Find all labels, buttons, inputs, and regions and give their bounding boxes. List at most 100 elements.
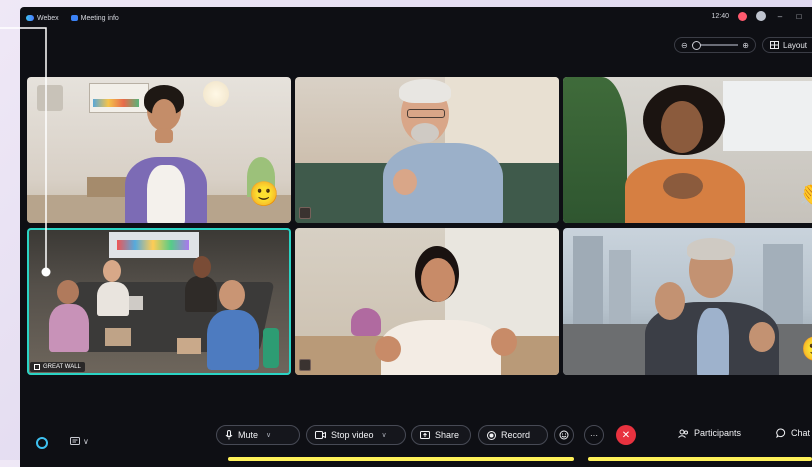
beard	[411, 123, 439, 143]
grid-icon	[770, 41, 779, 49]
person-body	[49, 304, 89, 352]
pendant-lamp	[203, 81, 229, 107]
participants-icon	[678, 429, 688, 438]
video-tile-room-great-wall[interactable]: GREAT WALL	[27, 228, 291, 375]
window	[723, 81, 812, 151]
emoji-reaction-icon	[559, 430, 569, 440]
hand	[749, 322, 775, 352]
zoom-control[interactable]: ⊖ ⊕	[674, 37, 756, 53]
screen-content	[117, 240, 189, 250]
person-shirt	[147, 165, 185, 223]
layout-label: Layout	[783, 40, 808, 50]
recording-indicator-icon	[738, 11, 747, 21]
chevron-down-icon[interactable]: ∨	[382, 431, 387, 439]
meeting-info-icon	[70, 15, 78, 21]
meeting-info-label: Meeting info	[80, 14, 119, 22]
person-neck	[155, 129, 173, 143]
room-name: GREAT WALL	[43, 364, 81, 370]
chevron-down-icon: ∨	[83, 437, 89, 446]
person-hair	[399, 79, 451, 103]
webex-assistant-icon[interactable]	[36, 437, 48, 449]
person-body	[97, 282, 129, 316]
captions-icon	[70, 437, 80, 445]
smile-reaction: 🙂	[801, 338, 812, 362]
participant-badge-icon	[299, 207, 311, 219]
chat-label: Chat	[791, 428, 811, 438]
sticky-notes	[93, 99, 139, 107]
person-body	[207, 310, 259, 370]
person-head	[193, 256, 211, 278]
video-tile-participant-3[interactable]: 👏	[563, 77, 812, 223]
avatar[interactable]	[756, 11, 766, 21]
video-tile-participant-5[interactable]	[295, 228, 559, 375]
room-device-icon	[34, 364, 40, 370]
highlight-bar	[228, 457, 574, 461]
zoom-out-icon[interactable]: ⊖	[681, 41, 688, 50]
record-button[interactable]: Record	[478, 425, 548, 445]
hand	[393, 169, 417, 195]
person-face	[152, 99, 176, 129]
maximize-button[interactable]: □	[794, 12, 804, 21]
chair	[263, 328, 279, 368]
hands	[663, 173, 703, 199]
reactions-button[interactable]	[554, 425, 574, 445]
person-head	[57, 280, 79, 304]
plant	[563, 77, 627, 223]
person-face	[421, 258, 455, 302]
desk	[87, 177, 127, 197]
participants-button[interactable]: Participants	[678, 428, 741, 438]
waving-hand	[655, 282, 685, 320]
microphone-icon	[225, 430, 233, 440]
building	[609, 250, 631, 330]
layout-button[interactable]: Layout	[762, 37, 812, 53]
chat-button[interactable]: Chat	[776, 428, 810, 438]
video-tile-participant-1[interactable]: 🙂	[27, 77, 291, 223]
title-bar: Webex Meeting info 12:40 – □	[20, 7, 812, 29]
meeting-info-button[interactable]: Meeting info	[70, 14, 119, 22]
chevron-down-icon[interactable]: ∨	[266, 431, 271, 439]
building	[573, 236, 603, 326]
share-screen-icon	[420, 431, 430, 439]
participant-badge-icon	[299, 359, 311, 371]
participants-label: Participants	[694, 428, 742, 438]
zoom-slider[interactable]	[691, 41, 739, 50]
record-icon	[487, 430, 496, 440]
clap-reaction: 👏	[799, 183, 812, 207]
zoom-slider-handle[interactable]	[691, 41, 701, 50]
more-options-button[interactable]: ···	[584, 425, 604, 445]
share-button[interactable]: Share	[411, 425, 471, 445]
person-head	[103, 260, 121, 282]
video-camera-icon	[315, 431, 326, 439]
flowers	[351, 308, 381, 336]
clock: 12:40	[711, 12, 729, 20]
room-name-label: GREAT WALL	[30, 362, 85, 372]
zoom-in-icon[interactable]: ⊕	[742, 41, 749, 50]
share-label: Share	[435, 430, 460, 440]
mute-label: Mute	[238, 430, 259, 440]
highlight-bar	[588, 457, 812, 461]
video-tile-participant-2[interactable]	[295, 77, 559, 223]
webex-window: Webex Meeting info 12:40 – □ ⊖ ⊕ Layout	[20, 7, 812, 467]
end-call-button[interactable]: ✕	[616, 425, 636, 445]
mute-button[interactable]: Mute ∨	[216, 425, 300, 445]
callout-line	[0, 27, 51, 277]
chat-bubble-icon	[776, 428, 786, 438]
person-body	[185, 276, 217, 312]
captions-button[interactable]: ∨	[70, 437, 89, 446]
person-head	[219, 280, 245, 310]
person-hair	[687, 238, 735, 260]
stop-video-label: Stop video	[331, 430, 374, 440]
stop-video-button[interactable]: Stop video ∨	[306, 425, 406, 445]
laptop	[177, 338, 201, 354]
video-tile-participant-6[interactable]: 🙂	[563, 228, 812, 375]
whiteboard	[89, 83, 149, 113]
glasses	[407, 109, 445, 118]
smile-reaction: 🙂	[249, 181, 279, 208]
minimize-button[interactable]: –	[775, 12, 785, 21]
hand	[375, 336, 401, 362]
person-shirt	[697, 308, 729, 375]
person-face	[661, 101, 703, 153]
hand	[491, 328, 517, 356]
record-label: Record	[501, 430, 531, 440]
laptop	[105, 328, 131, 346]
